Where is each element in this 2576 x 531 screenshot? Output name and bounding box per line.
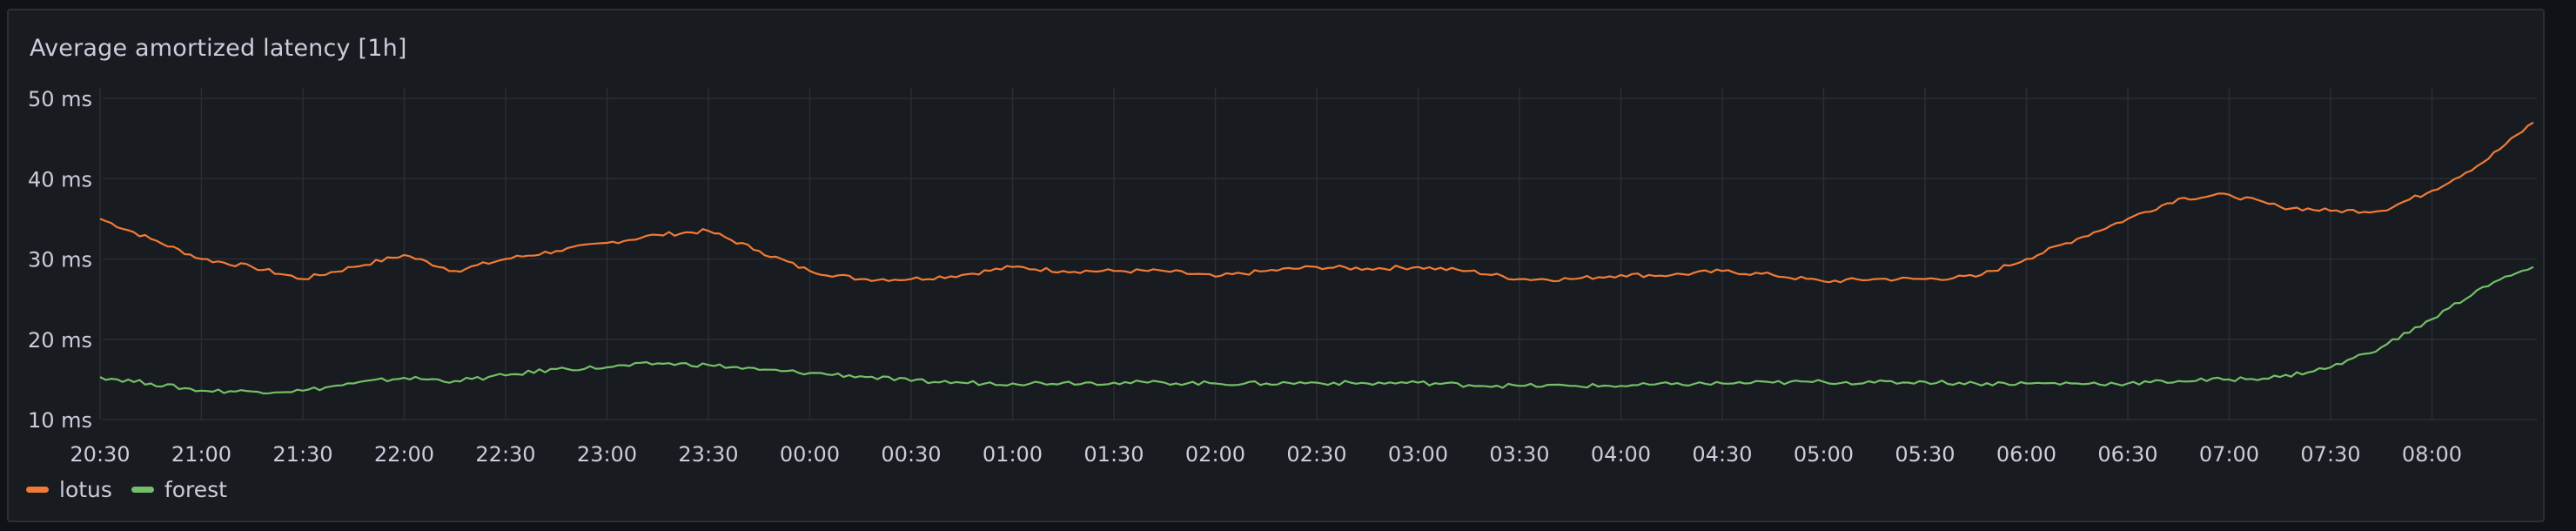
x-tick-label: 03:00	[1388, 442, 1448, 467]
x-tick-label: 05:00	[1794, 442, 1854, 467]
x-tick-label: 06:30	[2097, 442, 2157, 467]
x-tick-label: 20:30	[70, 442, 130, 467]
legend-swatch-lotus	[26, 487, 49, 493]
x-tick-label: 04:30	[1692, 442, 1752, 467]
x-tick-label: 07:00	[2199, 442, 2259, 467]
legend-item-lotus[interactable]: lotus	[26, 477, 112, 502]
legend-label-forest: forest	[164, 477, 227, 502]
legend-swatch-forest	[131, 487, 154, 493]
x-tick-label: 00:00	[780, 442, 840, 467]
x-tick-label: 01:30	[1083, 442, 1144, 467]
x-tick-label: 02:00	[1185, 442, 1245, 467]
legend-label-lotus: lotus	[59, 477, 112, 502]
y-tick-label: 20 ms	[28, 328, 92, 353]
x-tick-label: 23:30	[678, 442, 738, 467]
chart-legend: lotus forest	[26, 477, 227, 502]
y-tick-label: 30 ms	[28, 248, 92, 272]
x-tick-label: 02:30	[1286, 442, 1346, 467]
x-tick-label: 21:00	[171, 442, 231, 467]
legend-item-forest[interactable]: forest	[131, 477, 227, 502]
x-tick-label: 06:00	[1996, 442, 2056, 467]
x-tick-label: 21:30	[272, 442, 332, 467]
y-tick-label: 50 ms	[28, 87, 92, 111]
x-tick-label: 04:00	[1591, 442, 1651, 467]
x-tick-label: 23:00	[577, 442, 637, 467]
y-tick-label: 10 ms	[28, 408, 92, 433]
latency-chart: 10 ms 20 ms 30 ms 40 ms 50 ms 20:30 21:00 21:30…	[28, 87, 2537, 467]
x-tick-label: 00:30	[881, 442, 941, 467]
x-tick-label: 07:30	[2300, 442, 2360, 467]
x-tick-label: 01:00	[983, 442, 1043, 467]
y-tick-label: 40 ms	[28, 167, 92, 192]
x-tick-label: 05:30	[1895, 442, 1955, 467]
x-tick-label: 22:00	[374, 442, 434, 467]
x-tick-label: 03:30	[1489, 442, 1549, 467]
x-tick-label: 22:30	[475, 442, 535, 467]
x-tick-label: 08:00	[2402, 442, 2462, 467]
